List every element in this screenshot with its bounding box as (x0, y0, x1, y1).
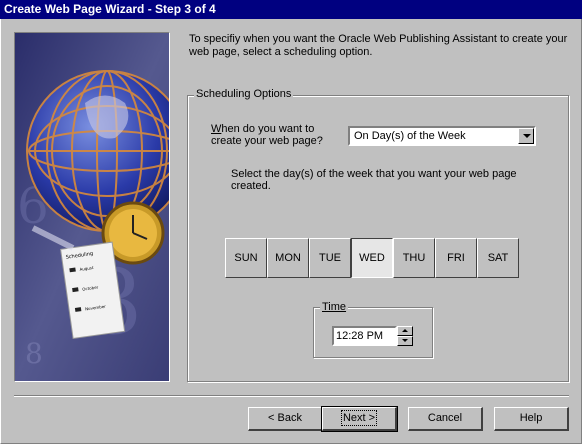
time-spin-down-button[interactable] (397, 336, 413, 346)
when-label-line1: When do you want to (211, 123, 323, 135)
time-spin-up-button[interactable] (397, 326, 413, 336)
divider (14, 395, 569, 397)
help-button[interactable]: Help (494, 407, 569, 431)
back-button[interactable]: < Back (248, 407, 323, 431)
day-button-sun[interactable]: SUN (225, 238, 267, 278)
day-button-tue[interactable]: TUE (309, 238, 351, 278)
when-label: When do you want to create your web page… (211, 123, 323, 147)
next-button[interactable]: Next > (321, 406, 398, 432)
wizard-illustration: 9 8 8 6 Scheduling August October Novemb… (14, 32, 170, 382)
intro-text: To specifiy when you want the Oracle Web… (189, 33, 568, 58)
when-label-rest: hen do you want to (221, 123, 315, 135)
when-label-line2: create your web page? (211, 135, 323, 147)
day-button-mon[interactable]: MON (267, 238, 309, 278)
scheduling-options-label: Scheduling Options (194, 88, 294, 100)
globe-clock-illustration: 9 8 8 6 Scheduling August October Novemb… (15, 33, 169, 381)
schedule-type-dropdown[interactable]: On Day(s) of the Week (348, 126, 536, 146)
day-button-wed[interactable]: WED (351, 238, 393, 278)
chevron-down-icon[interactable] (518, 128, 534, 144)
days-instruction: Select the day(s) of the week that you w… (231, 168, 517, 192)
svg-text:8: 8 (25, 337, 43, 370)
window-title: Create Web Page Wizard - Step 3 of 4 (0, 0, 582, 19)
schedule-type-value: On Day(s) of the Week (354, 130, 466, 142)
cancel-button[interactable]: Cancel (408, 407, 483, 431)
time-input[interactable]: 12:28 PM (332, 326, 397, 346)
time-label: Time (320, 301, 349, 313)
next-button-label: Next > (340, 410, 378, 426)
day-button-sat[interactable]: SAT (477, 238, 519, 278)
when-accel: W (211, 123, 222, 135)
time-value: 12:28 PM (336, 330, 384, 342)
day-button-thu[interactable]: THU (393, 238, 435, 278)
day-button-fri[interactable]: FRI (435, 238, 477, 278)
